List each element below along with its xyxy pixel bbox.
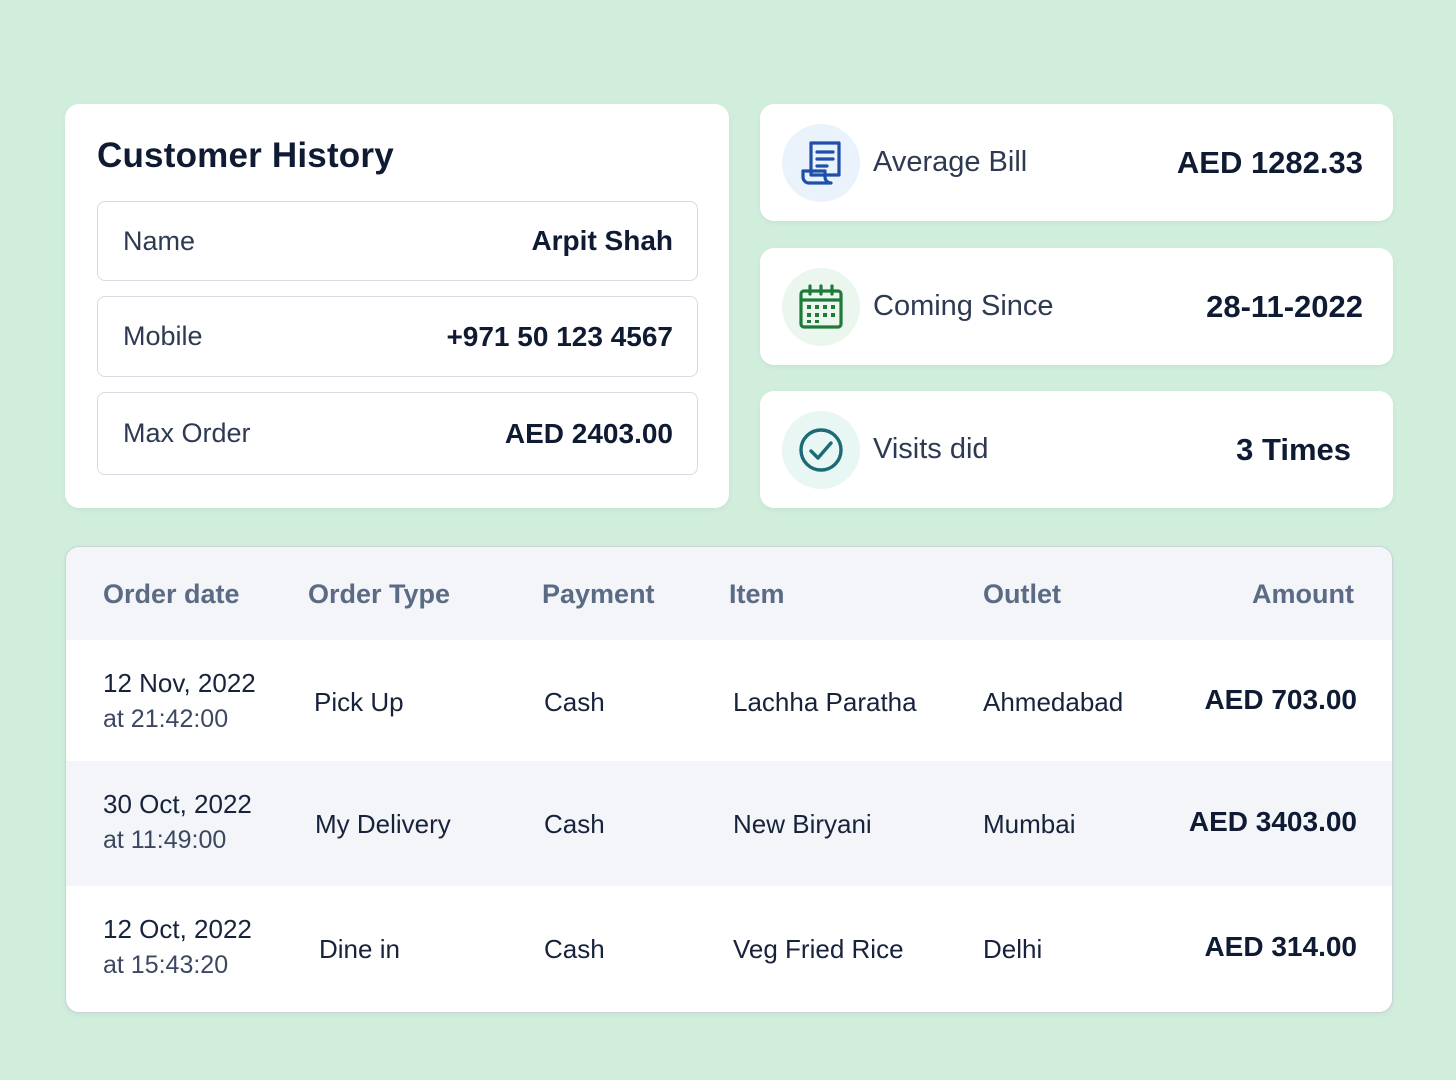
average-bill-value: AED 1282.33 [1176, 144, 1363, 180]
item-cell: New Biryani [733, 809, 872, 839]
visits-card: Visits did 3 Times [760, 391, 1393, 508]
order-date-cell: 12 Oct, 2022 at 15:43:20 [103, 914, 252, 980]
table-header: Order date Order Type Payment Item Outle… [66, 547, 1392, 640]
table-row[interactable]: 12 Oct, 2022 at 15:43:20 Dine in Cash Ve… [66, 886, 1392, 1012]
outlet-cell: Mumbai [983, 809, 1076, 839]
column-header-amount: Amount [1252, 579, 1354, 609]
coming-since-card: Coming Since 28-11-2022 [760, 248, 1393, 365]
payment-cell: Cash [544, 934, 605, 964]
payment-cell: Cash [544, 809, 605, 839]
amount-cell: AED 703.00 [1204, 684, 1357, 715]
mobile-value: +971 50 123 4567 [446, 320, 673, 352]
table-row[interactable]: 12 Nov, 2022 at 21:42:00 Pick Up Cash La… [66, 640, 1392, 761]
column-header-outlet: Outlet [983, 579, 1061, 609]
order-type-cell: Pick Up [314, 687, 404, 717]
item-cell: Lachha Paratha [733, 687, 917, 717]
table-row[interactable]: 30 Oct, 2022 at 11:49:00 My Delivery Cas… [66, 761, 1392, 886]
column-header-item: Item [729, 579, 785, 609]
order-date: 12 Oct, 2022 [103, 914, 252, 944]
max-order-value: AED 2403.00 [504, 417, 673, 449]
column-header-order-date: Order date [103, 579, 240, 609]
coming-since-value: 28-11-2022 [1206, 288, 1363, 324]
coming-since-label: Coming Since [873, 290, 1054, 322]
outlet-cell: Ahmedabad [983, 687, 1124, 717]
order-time: at 15:43:20 [103, 951, 229, 979]
outlet-cell: Delhi [983, 934, 1043, 964]
customer-history-card: Customer History Name Arpit Shah Mobile … [65, 104, 729, 508]
order-time: at 21:42:00 [103, 705, 229, 733]
order-date: 30 Oct, 2022 [103, 789, 252, 819]
mobile-label: Mobile [123, 321, 203, 351]
visits-value: 3 Times [1236, 431, 1351, 467]
item-cell: Veg Fried Rice [733, 934, 904, 964]
amount-cell: AED 314.00 [1204, 931, 1357, 962]
max-order-label: Max Order [123, 418, 251, 448]
name-value: Arpit Shah [531, 225, 673, 256]
order-type-cell: My Delivery [315, 809, 451, 839]
max-order-field: Max Order AED 2403.00 [97, 392, 698, 475]
average-bill-label: Average Bill [873, 146, 1028, 178]
amount-cell: AED 3403.00 [1188, 806, 1357, 837]
column-header-order-type: Order Type [308, 579, 451, 609]
order-date-cell: 12 Nov, 2022 at 21:42:00 [103, 668, 256, 734]
name-label: Name [123, 225, 196, 256]
order-date: 12 Nov, 2022 [103, 668, 256, 698]
order-date-cell: 30 Oct, 2022 at 11:49:00 [103, 789, 252, 855]
mobile-field: Mobile +971 50 123 4567 [97, 296, 698, 377]
name-field: Name Arpit Shah [97, 201, 698, 281]
average-bill-card: Average Bill AED 1282.33 [760, 104, 1393, 221]
payment-cell: Cash [544, 687, 605, 717]
order-time: at 11:49:00 [103, 826, 227, 854]
receipt-icon [782, 124, 860, 202]
customer-history-title: Customer History [97, 136, 394, 175]
check-circle-icon [782, 411, 860, 489]
column-header-payment: Payment [542, 579, 655, 609]
calendar-icon [782, 268, 860, 346]
visits-label: Visits did [873, 433, 989, 465]
order-type-cell: Dine in [319, 934, 400, 964]
orders-table: Order date Order Type Payment Item Outle… [65, 546, 1393, 1013]
